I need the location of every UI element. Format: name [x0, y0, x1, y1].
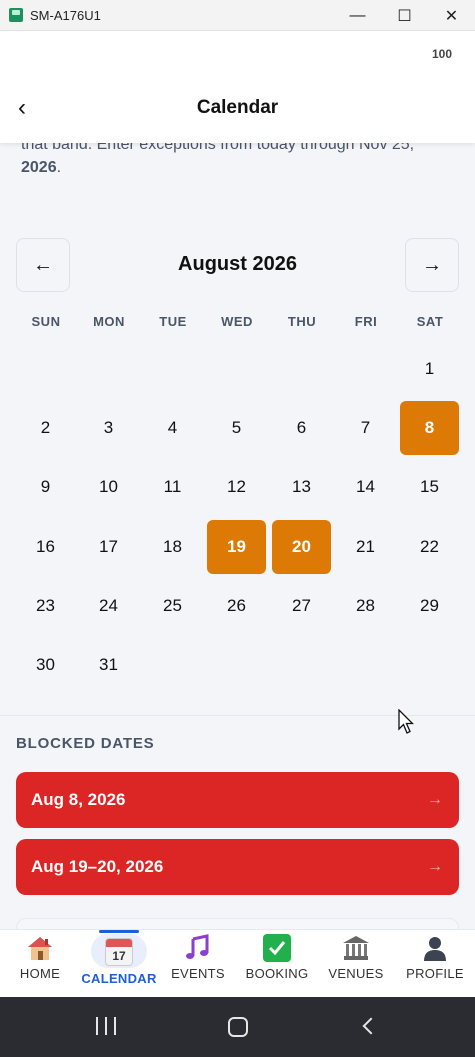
calendar-day[interactable]: 15: [400, 460, 459, 514]
calendar-day[interactable]: 9: [16, 460, 75, 514]
weekday-label: WED: [221, 314, 253, 329]
tab-label: VENUES: [328, 966, 384, 981]
calendar-day[interactable]: 5: [207, 401, 266, 455]
intro-line-1: that band. Enter exceptions from today t…: [21, 143, 415, 153]
recents-button[interactable]: [96, 1017, 116, 1035]
tab-booking[interactable]: BOOKING: [237, 930, 317, 998]
calendar-day-blocked[interactable]: 8: [400, 401, 459, 455]
phone-screen: 100 ‹ Calendar that band. Enter exceptio…: [0, 31, 475, 1057]
tab-profile[interactable]: PROFILE: [395, 930, 475, 998]
window-title: SM-A176U1: [30, 7, 101, 23]
arrow-right-icon: →: [427, 858, 443, 875]
calendar-day[interactable]: 3: [79, 401, 138, 455]
calendar-day[interactable]: 30: [16, 638, 75, 692]
calendar-day[interactable]: 29: [400, 579, 459, 633]
weekday-label: MON: [93, 314, 125, 329]
home-button[interactable]: [228, 1017, 248, 1037]
app-header: ‹ Calendar: [0, 73, 475, 143]
calendar-day[interactable]: 4: [143, 401, 202, 455]
app-icon: [9, 8, 23, 22]
calendar-day[interactable]: 16: [16, 520, 75, 574]
classical-building-icon: [342, 934, 370, 962]
calendar-day[interactable]: 7: [336, 401, 395, 455]
status-bar: 100: [0, 31, 475, 73]
tab-label: HOME: [19, 966, 61, 981]
blocked-date-card[interactable]: Aug 19–20, 2026 →: [16, 839, 459, 895]
weekday-label: THU: [287, 314, 317, 329]
system-navigation-bar: [0, 997, 475, 1057]
blocked-date-card[interactable]: Aug 8, 2026 →: [16, 772, 459, 828]
intro-line-2: 2026.: [21, 156, 61, 179]
check-box-icon: [263, 934, 291, 962]
tab-label: CALENDAR: [81, 971, 157, 986]
calendar-icon-day: 17: [112, 949, 126, 963]
battery-level: 100: [431, 47, 452, 61]
window-controls: — ☐ ✕: [334, 0, 475, 31]
calendar-day[interactable]: 27: [272, 579, 331, 633]
calendar-day[interactable]: 22: [400, 520, 459, 574]
tab-events[interactable]: EVENTS: [158, 930, 238, 998]
tab-label: BOOKING: [245, 966, 309, 981]
blocked-dates-heading: BLOCKED DATES: [16, 735, 155, 752]
calendar-day[interactable]: 21: [336, 520, 395, 574]
calendar-day[interactable]: 14: [336, 460, 395, 514]
calendar-day[interactable]: 23: [16, 579, 75, 633]
calendar-day[interactable]: 28: [336, 579, 395, 633]
maximize-button[interactable]: ☐: [381, 0, 428, 31]
blocked-date-label: Aug 19–20, 2026: [31, 857, 164, 876]
calendar-day[interactable]: 11: [143, 460, 202, 514]
month-label: August 2026: [178, 253, 297, 275]
minimize-button[interactable]: —: [334, 0, 381, 31]
prev-month-button[interactable]: ←: [16, 238, 70, 292]
calendar-day-blocked[interactable]: 19: [207, 520, 266, 574]
weekday-label: SAT: [416, 314, 444, 329]
system-back-button[interactable]: [362, 1017, 380, 1035]
calendar-day[interactable]: 31: [79, 638, 138, 692]
calendar-day[interactable]: 25: [143, 579, 202, 633]
music-note-icon: [184, 934, 212, 962]
weekday-label: TUE: [159, 314, 187, 329]
page-title: Calendar: [196, 97, 279, 118]
tab-label: PROFILE: [406, 966, 464, 981]
weekday-label: FRI: [354, 314, 378, 329]
person-silhouette-icon: [421, 934, 449, 962]
tab-calendar[interactable]: 17 CALENDAR: [79, 930, 159, 998]
window-titlebar: SM-A176U1 — ☐ ✕: [0, 0, 475, 31]
intro-period: .: [56, 159, 62, 176]
next-month-button[interactable]: →: [405, 238, 459, 292]
partially-visible-card: [16, 918, 459, 929]
calendar-day[interactable]: 10: [79, 460, 138, 514]
scroll-content[interactable]: that band. Enter exceptions from today t…: [0, 143, 475, 929]
calendar-day[interactable]: 1: [400, 342, 459, 396]
calendar-icon: 17: [105, 938, 133, 966]
calendar-day[interactable]: 24: [79, 579, 138, 633]
calendar-day[interactable]: 18: [143, 520, 202, 574]
calendar-day-blocked[interactable]: 20: [272, 520, 331, 574]
tab-home[interactable]: HOME: [0, 930, 80, 998]
active-tab-indicator: [99, 930, 139, 933]
arrow-right-icon: →: [427, 791, 443, 808]
house-icon: [26, 934, 54, 962]
tab-venues[interactable]: VENUES: [316, 930, 396, 998]
intro-end-year: 2026: [21, 159, 57, 176]
calendar-day[interactable]: 6: [272, 401, 331, 455]
close-button[interactable]: ✕: [428, 0, 475, 31]
blocked-date-label: Aug 8, 2026: [31, 790, 126, 809]
bottom-tab-bar: HOME 17 CALENDAR EVENTS BOOKING VENUES P…: [0, 929, 475, 997]
calendar-day[interactable]: 2: [16, 401, 75, 455]
tab-label: EVENTS: [171, 966, 225, 981]
calendar-day[interactable]: 17: [79, 520, 138, 574]
weekday-label: SUN: [31, 314, 61, 329]
calendar-day[interactable]: 12: [207, 460, 266, 514]
calendar-day[interactable]: 13: [272, 460, 331, 514]
calendar-day[interactable]: 26: [207, 579, 266, 633]
